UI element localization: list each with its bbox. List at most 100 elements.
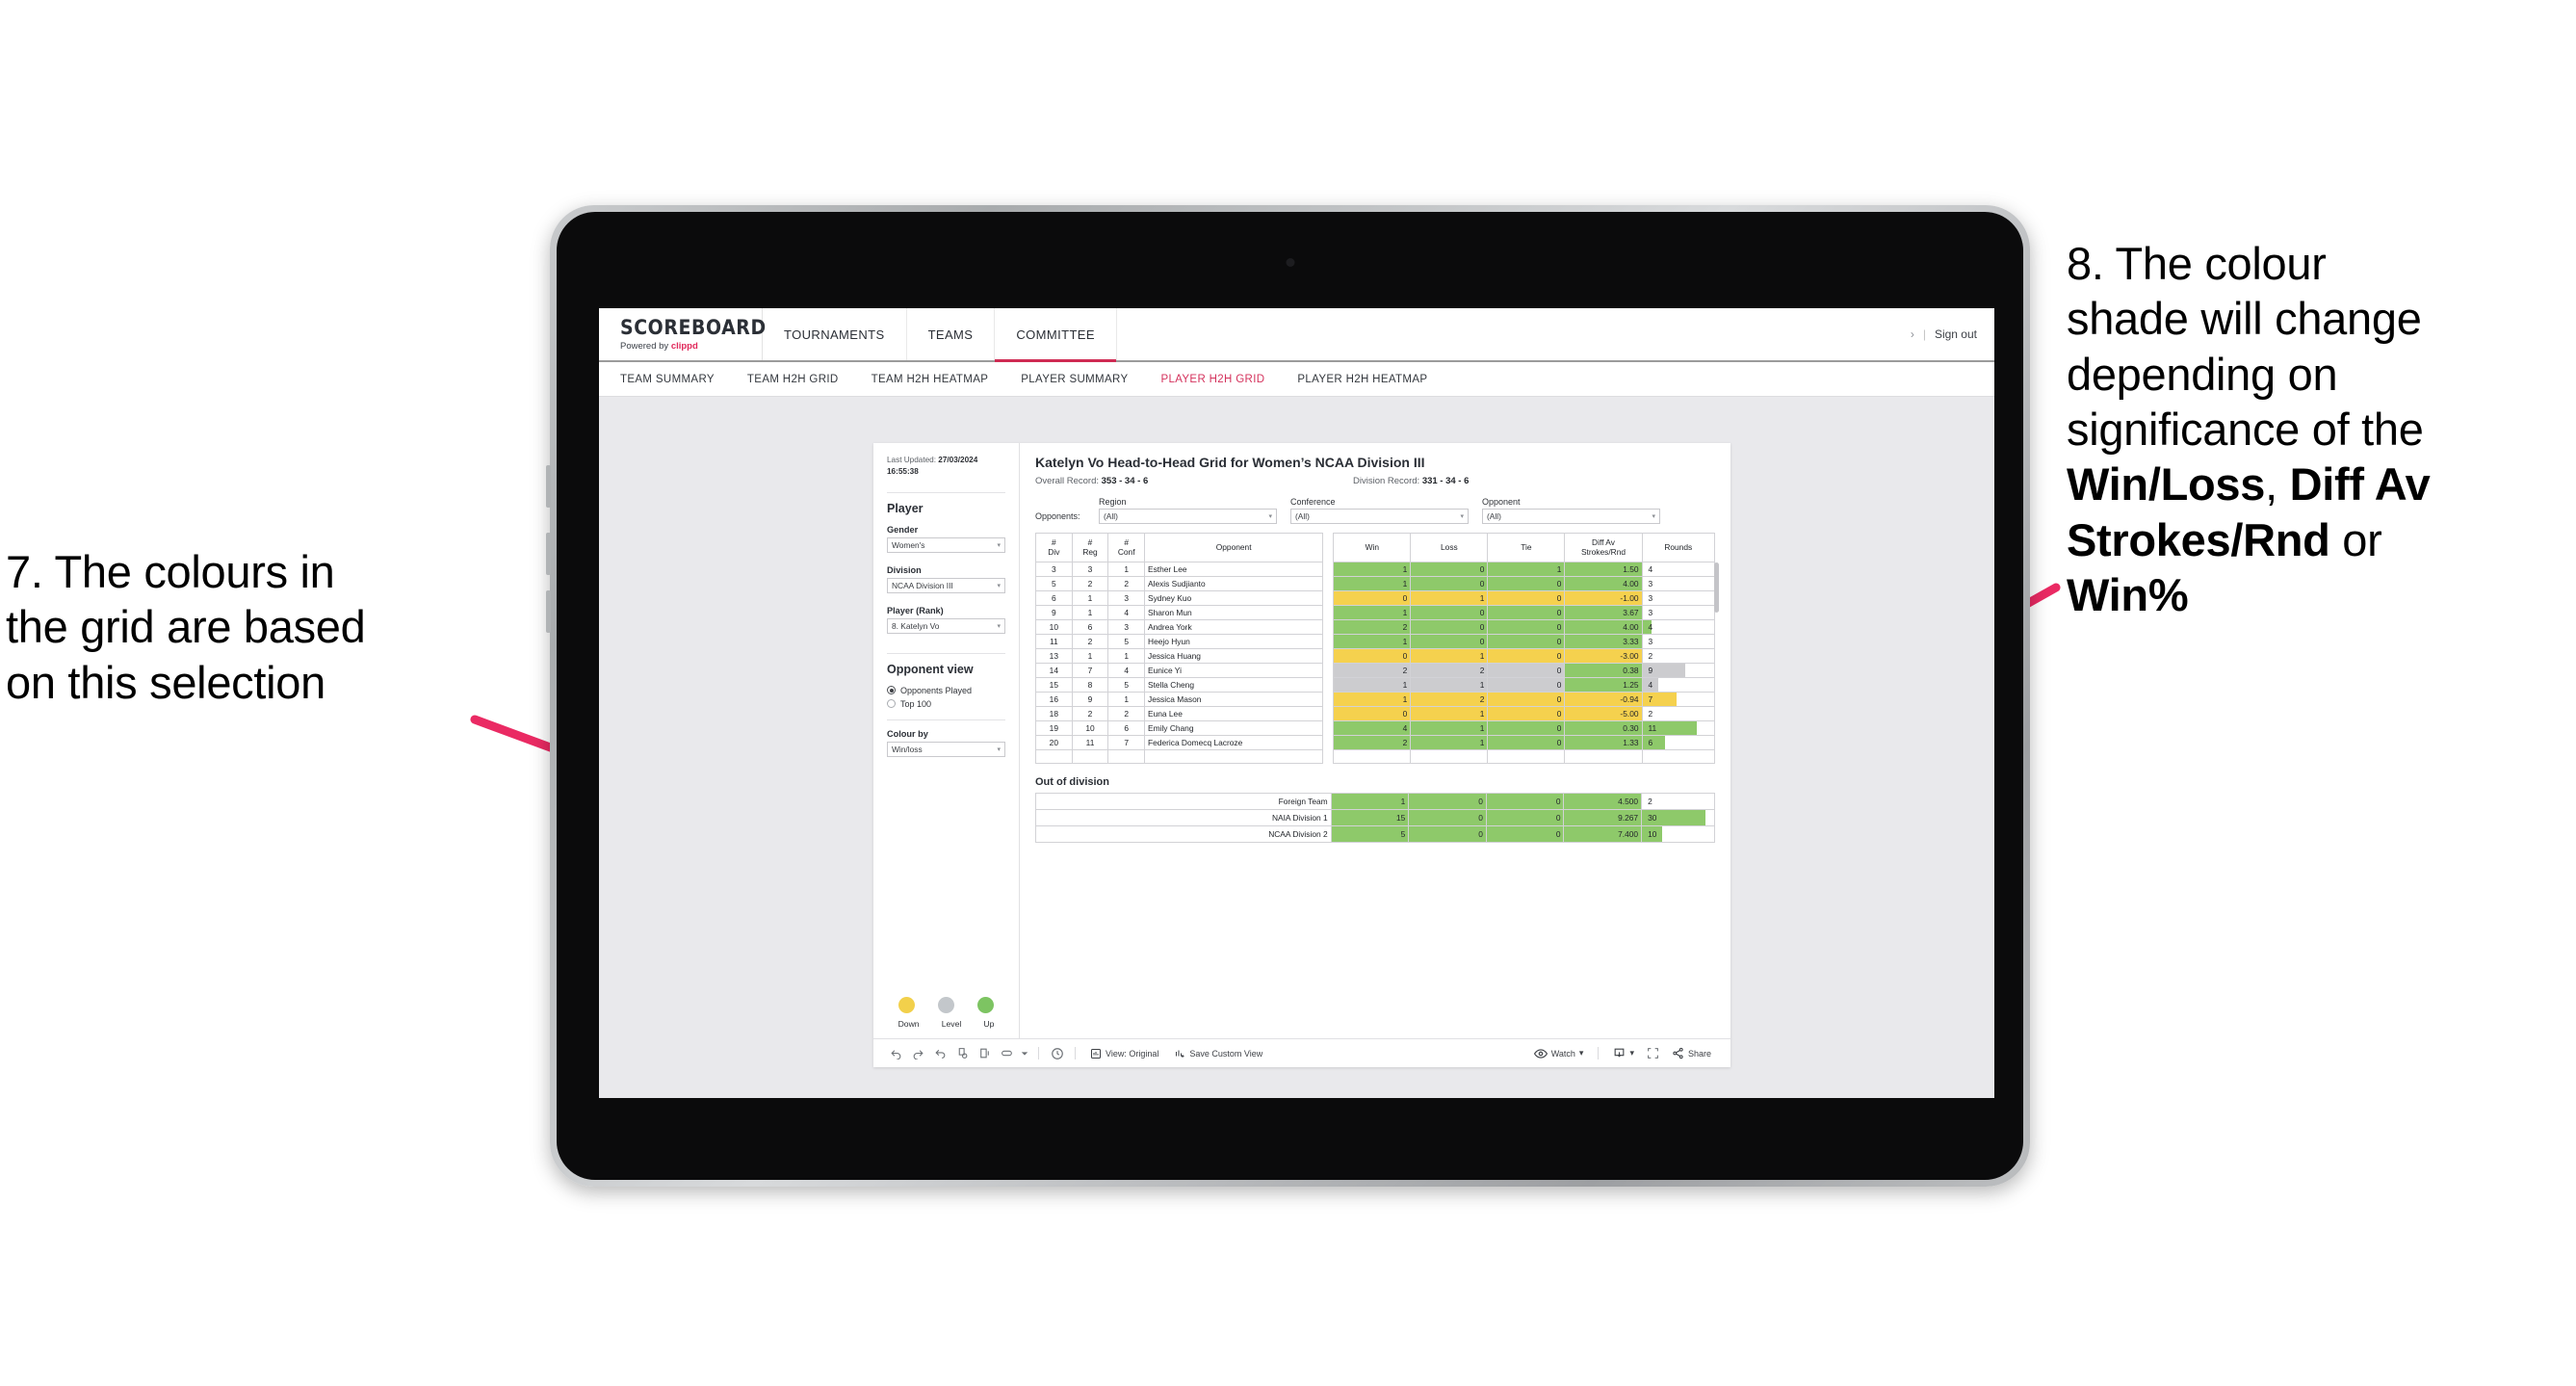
cell-gap	[1322, 590, 1334, 606]
subnav-item-team-h2h-heatmap[interactable]: TEAM H2H HEATMAP	[872, 374, 989, 385]
radio-top-100[interactable]: Top 100	[887, 699, 1005, 709]
view-original-button[interactable]: View: Original	[1082, 1048, 1166, 1059]
annotation-7: 7. The colours in the grid are based on …	[6, 544, 526, 710]
brand-subtitle: Powered by clippd	[620, 341, 762, 352]
download-button[interactable]: ▾	[1605, 1047, 1642, 1059]
volume-down-button[interactable]	[546, 533, 551, 575]
sidebar-section-player: Player	[887, 501, 924, 515]
dashboard-panel: Last Updated: 27/03/2024 16:55:38 Player…	[873, 443, 1730, 1067]
undo-icon[interactable]	[885, 1043, 907, 1064]
sign-out-button[interactable]: Sign out	[1935, 327, 1977, 341]
col-gap	[1322, 533, 1334, 562]
cell-conf: 4	[1107, 663, 1146, 678]
table-row[interactable]: 19 10 6 Emily Chang 4 1 0 0.30 11	[1035, 720, 1716, 736]
out-of-division-row[interactable]: NAIA Division 1 15 0 0 9.267 30	[1035, 809, 1715, 826]
subnav-item-team-h2h-grid[interactable]: TEAM H2H GRID	[747, 374, 839, 385]
cell-tie: 0	[1487, 605, 1566, 620]
watch-button[interactable]: Watch ▾	[1526, 1048, 1592, 1059]
table-row[interactable]: 15 8 5 Stella Cheng 1 1 0 1.25 4	[1035, 677, 1716, 693]
legend-label-up: Up	[983, 1019, 995, 1029]
chevron-right-icon[interactable]: ›	[1911, 327, 1914, 341]
cell-rounds: 2	[1641, 706, 1716, 721]
cell-div: 9	[1035, 605, 1073, 620]
table-row[interactable]: 14 7 4 Eunice Yi 2 2 0 0.38 9	[1035, 663, 1716, 678]
revert-icon[interactable]	[929, 1043, 951, 1064]
redo-icon[interactable]	[907, 1043, 929, 1064]
cell-win: 1	[1333, 677, 1412, 693]
player-rank-select[interactable]: 8. Katelyn Vo ▾	[887, 617, 1005, 634]
table-row[interactable]: 11 2 5 Heejo Hyun 1 0 0 3.33 3	[1035, 634, 1716, 649]
gender-select[interactable]: Women's ▾	[887, 536, 1005, 553]
save-custom-view-label: Save Custom View	[1189, 1048, 1263, 1059]
annotation-8-line1: 8. The colour	[2067, 238, 2327, 289]
cell-loss: 1	[1410, 720, 1489, 736]
cell-rounds: 3	[1641, 605, 1716, 620]
subnav-item-player-h2h-grid[interactable]: PLAYER H2H GRID	[1160, 374, 1264, 385]
table-row[interactable]: 18 2 2 Euna Lee 0 1 0 -5.00 2	[1035, 706, 1716, 721]
clock-icon[interactable]	[1046, 1043, 1068, 1064]
table-row[interactable]: 5 2 2 Alexis Sudjianto 1 0 0 4.00 3	[1035, 576, 1716, 591]
division-select[interactable]: NCAA Division III ▾	[887, 577, 1005, 593]
subnav-item-team-summary[interactable]: TEAM SUMMARY	[620, 374, 715, 385]
refresh-icon[interactable]	[951, 1043, 974, 1064]
page-title: Katelyn Vo Head-to-Head Grid for Women’s…	[1035, 455, 1425, 470]
table-row[interactable]: 6 1 3 Sydney Kuo 0 1 0 -1.00 3	[1035, 590, 1716, 606]
highlight-dropdown-caret-icon[interactable]	[1018, 1043, 1031, 1064]
nav-item-tournaments[interactable]: TOURNAMENTS	[763, 308, 907, 360]
cell-empty	[1410, 749, 1489, 764]
fullscreen-icon[interactable]	[1642, 1043, 1664, 1064]
cell-empty	[1564, 749, 1643, 764]
out-of-division-row[interactable]: NCAA Division 2 5 0 0 7.400 10	[1035, 825, 1715, 843]
cell-empty	[1071, 749, 1109, 764]
table-row[interactable]: 13 1 1 Jessica Huang 0 1 0 -3.00 2	[1035, 648, 1716, 664]
cell-gap	[1322, 619, 1334, 635]
nav-item-teams[interactable]: TEAMS	[907, 308, 996, 360]
table-row[interactable]: 9 1 4 Sharon Mun 1 0 0 3.67 3	[1035, 605, 1716, 620]
conference-select[interactable]: (All) ▾	[1290, 509, 1469, 524]
cell-gap	[1322, 663, 1334, 678]
volume-up-button[interactable]	[546, 465, 551, 508]
region-select[interactable]: (All) ▾	[1099, 509, 1277, 524]
opponent-select[interactable]: (All) ▾	[1482, 509, 1660, 524]
power-button[interactable]	[546, 590, 551, 633]
grid-scrollbar[interactable]	[1714, 562, 1719, 613]
brand-logo[interactable]: SCOREBOARD Powered by clippd	[599, 308, 766, 360]
subnav-item-player-summary[interactable]: PLAYER SUMMARY	[1021, 374, 1128, 385]
cell-tie: 0	[1487, 720, 1566, 736]
cell-win: 1	[1333, 605, 1412, 620]
nav-item-committee[interactable]: COMMITTEE	[995, 308, 1117, 362]
grid-header-row: # Div # Reg # Conf Opponent Win Loss Tie…	[1035, 533, 1716, 562]
out-of-division-row[interactable]: Foreign Team 1 0 0 4.500 2	[1035, 793, 1715, 810]
out-of-division-title: Out of division	[1035, 776, 1109, 788]
cell-opponent: Heejo Hyun	[1144, 634, 1324, 649]
page-root: 7. The colours in the grid are based on …	[0, 0, 2576, 1386]
cell-reg: 1	[1071, 590, 1109, 606]
cell-reg: 6	[1071, 619, 1109, 635]
col-header-conf: # Conf	[1107, 533, 1146, 562]
chevron-down-icon: ▾	[1578, 1048, 1584, 1058]
cell-tie: 1	[1487, 562, 1566, 577]
cell-div: 5	[1035, 576, 1073, 591]
table-row[interactable]: 20 11 7 Federica Domecq Lacroze 2 1 0 1.33 6	[1035, 735, 1716, 750]
colour-by-select[interactable]: Win/loss ▾	[887, 741, 1005, 757]
pause-icon[interactable]	[974, 1043, 996, 1064]
cell-empty	[1144, 749, 1324, 764]
cell-diff: 1.25	[1564, 677, 1643, 693]
share-label: Share	[1687, 1048, 1711, 1059]
table-row[interactable]: 16 9 1 Jessica Mason 1 2 0 -0.94 7	[1035, 692, 1716, 707]
table-row[interactable]: 10 6 3 Andrea York 2 0 0 4.00 4	[1035, 619, 1716, 635]
share-button[interactable]: Share	[1664, 1047, 1719, 1059]
table-row[interactable]: 3 3 1 Esther Lee 1 0 1 1.50 4	[1035, 562, 1716, 577]
subnav-item-player-h2h-heatmap[interactable]: PLAYER H2H HEATMAP	[1297, 374, 1427, 385]
chevron-down-icon: ▾	[997, 541, 1001, 549]
save-custom-view-button[interactable]: Save Custom View	[1166, 1048, 1270, 1059]
highlight-icon[interactable]	[996, 1043, 1018, 1064]
cell-tie: 0	[1487, 619, 1566, 635]
header-separator: |	[1922, 327, 1926, 341]
annotation-7-line3: on this selection	[6, 656, 325, 708]
radio-opponents-played[interactable]: Opponents Played	[887, 686, 1005, 695]
legend-label-down: Down	[898, 1019, 920, 1029]
cell-tie: 0	[1487, 590, 1566, 606]
brand-sub-link[interactable]: clippd	[671, 341, 698, 352]
chevron-down-icon: ▾	[1652, 513, 1655, 520]
